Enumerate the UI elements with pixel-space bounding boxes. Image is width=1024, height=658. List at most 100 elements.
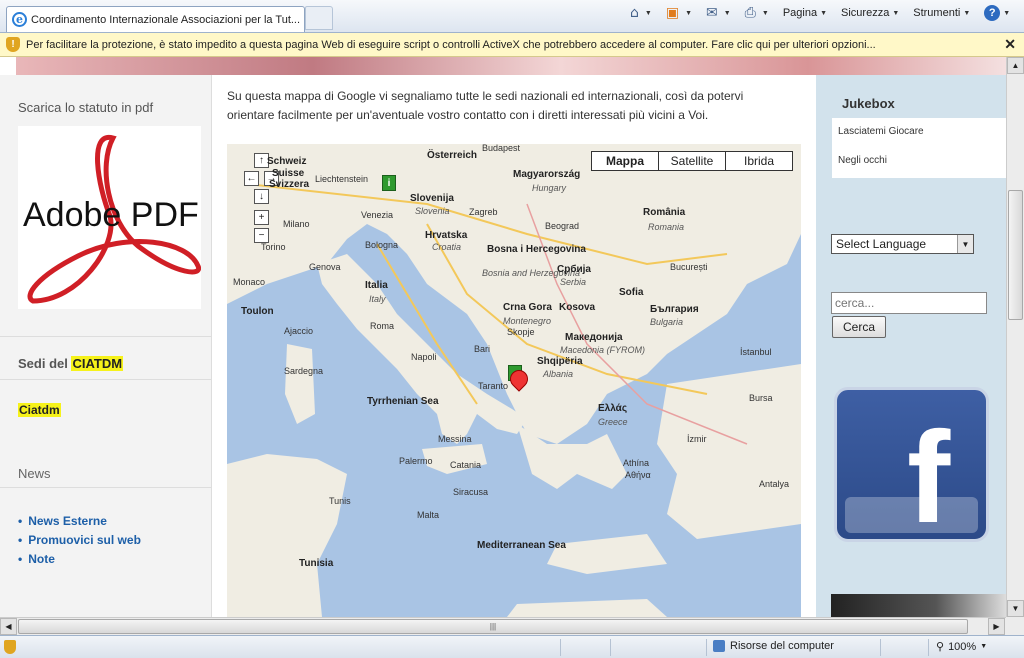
zoom-level: 100% bbox=[948, 640, 977, 653]
tab-title: Coordinamento Internazionale Associazion… bbox=[31, 13, 301, 26]
horizontal-scrollbar[interactable]: ◀ ||| ▶ bbox=[0, 617, 1006, 635]
map-label: Tyrrhenian Sea bbox=[367, 396, 439, 407]
status-separator bbox=[880, 639, 881, 656]
chevron-down-icon: ▼ bbox=[980, 643, 988, 650]
jukebox-list: Lasciatemi Giocare Negli occhi bbox=[832, 118, 1006, 178]
map-label: București bbox=[670, 262, 708, 272]
map-label: Suisse bbox=[272, 168, 305, 179]
map-label: Palermo bbox=[399, 456, 433, 466]
map-label: Genova bbox=[309, 262, 341, 272]
security-zone-label: Risorse del computer bbox=[730, 640, 834, 652]
map-label: Budapest bbox=[482, 144, 521, 153]
jukebox-track[interactable]: Negli occhi bbox=[832, 147, 1006, 176]
map-label: Siracusa bbox=[453, 487, 489, 497]
map-label: Venezia bbox=[361, 210, 394, 220]
map-label: Tunisia bbox=[299, 558, 334, 569]
map-label: Македонија bbox=[565, 332, 623, 343]
safety-menu[interactable]: Sicurezza ▼ bbox=[841, 7, 899, 19]
zoom-in-icon[interactable]: + bbox=[254, 210, 269, 225]
zoom-out-icon[interactable]: − bbox=[254, 228, 269, 243]
map-intro-text: Su questa mappa di Google vi segnaliamo … bbox=[227, 89, 744, 122]
map-label: Zagreb bbox=[469, 207, 498, 217]
scroll-right-icon[interactable]: ▶ bbox=[988, 618, 1005, 635]
map-label: Crna Gora bbox=[503, 302, 552, 313]
status-separator bbox=[706, 639, 707, 656]
scroll-left-icon[interactable]: ◀ bbox=[0, 618, 17, 635]
tools-menu[interactable]: Strumenti ▼ bbox=[913, 7, 970, 19]
news-item[interactable]: Promuovici sul web bbox=[18, 533, 141, 552]
map-label: Mediterranean Sea bbox=[477, 540, 566, 551]
vertical-scroll-thumb[interactable] bbox=[1008, 190, 1023, 320]
map-label: Ελλάς bbox=[598, 403, 628, 414]
map-marker-green[interactable]: i bbox=[382, 175, 396, 191]
scroll-down-icon[interactable]: ▼ bbox=[1007, 600, 1024, 617]
language-select-value: Select Language bbox=[836, 237, 927, 251]
pan-left-icon[interactable]: ← bbox=[244, 171, 259, 186]
map-type-control: Mappa Satellite Ibrida bbox=[591, 151, 793, 171]
map-label: Italia bbox=[365, 280, 388, 291]
ie-icon: e bbox=[12, 12, 27, 27]
divider bbox=[0, 487, 212, 488]
news-item[interactable]: News Esterne bbox=[18, 514, 141, 533]
map-label: Bologna bbox=[365, 240, 399, 250]
close-icon[interactable]: ✕ bbox=[1004, 36, 1016, 53]
search-input[interactable] bbox=[831, 292, 987, 314]
map-label: Malta bbox=[417, 510, 440, 520]
search-button[interactable]: Cerca bbox=[832, 316, 886, 338]
map-label: İzmir bbox=[687, 434, 707, 444]
help-menu[interactable]: ? ▼ bbox=[984, 5, 1010, 21]
map-type-satellite[interactable]: Satellite bbox=[658, 151, 726, 171]
vertical-scrollbar[interactable]: ▲ ▼ bbox=[1006, 57, 1024, 617]
jukebox-track[interactable]: Lasciatemi Giocare bbox=[832, 118, 1006, 147]
info-bar-text: Per facilitare la protezione, è stato im… bbox=[26, 38, 876, 51]
map-label: Beograd bbox=[545, 221, 580, 231]
browser-tab[interactable]: e Coordinamento Internazionale Associazi… bbox=[6, 6, 305, 32]
map-type-hybrid[interactable]: Ibrida bbox=[725, 151, 793, 171]
map-label: Croatia bbox=[432, 242, 462, 252]
adobe-pdf-wordmark: Adobe PDF bbox=[23, 196, 199, 234]
scroll-up-icon[interactable]: ▲ bbox=[1007, 57, 1024, 74]
google-map[interactable]: Mappa Satellite Ibrida ↑ ← → ↓ + − i Öst… bbox=[227, 144, 801, 617]
photo-thumbnail[interactable] bbox=[831, 594, 1006, 617]
map-label: България bbox=[650, 304, 699, 315]
map-type-map[interactable]: Mappa bbox=[591, 151, 659, 171]
facebook-icon[interactable]: f bbox=[834, 387, 989, 542]
map-label: Catania bbox=[450, 460, 482, 470]
page-menu[interactable]: Pagina ▼ bbox=[783, 7, 827, 19]
news-item[interactable]: Note bbox=[18, 552, 141, 571]
horizontal-scroll-thumb[interactable]: ||| bbox=[18, 619, 968, 634]
right-sidebar: Jukebox Lasciatemi Giocare Negli occhi S… bbox=[816, 75, 1006, 617]
feeds-button[interactable]: ▣ ▼ bbox=[666, 5, 692, 21]
map-label: Bari bbox=[474, 344, 491, 354]
rss-icon: ▣ bbox=[665, 5, 680, 21]
pdf-heading: Scarica lo statuto in pdf bbox=[18, 100, 154, 115]
pan-down-icon[interactable]: ↓ bbox=[254, 189, 269, 204]
language-select[interactable]: Select Language ▼ bbox=[831, 234, 974, 254]
mail-icon: ✉ bbox=[706, 5, 718, 21]
map-label: Monaco bbox=[233, 277, 266, 287]
zoom-control[interactable]: ⚲ 100% ▼ bbox=[936, 640, 988, 654]
map-label: Magyarország bbox=[513, 169, 581, 180]
news-list: News Esterne Promuovici sul web Note bbox=[18, 514, 141, 571]
map-label: Antalya bbox=[759, 479, 790, 489]
map-label: Macedonia (FYROM) bbox=[560, 345, 646, 355]
map-label: Taranto bbox=[478, 381, 509, 391]
ciatdm-link[interactable]: Ciatdm bbox=[18, 403, 61, 417]
shield-icon[interactable] bbox=[4, 640, 16, 654]
home-button[interactable]: ⌂ ▼ bbox=[630, 5, 652, 21]
computer-icon bbox=[713, 640, 725, 652]
map-label: Montenegro bbox=[503, 316, 552, 326]
divider bbox=[0, 379, 212, 380]
print-button[interactable]: ⎙ ▼ bbox=[745, 5, 769, 21]
new-tab-button[interactable] bbox=[305, 6, 333, 30]
security-zone[interactable]: Risorse del computer bbox=[713, 640, 834, 652]
adobe-pdf-logo[interactable]: Adobe PDF bbox=[18, 126, 201, 309]
security-info-bar[interactable]: ! Per facilitare la protezione, è stato … bbox=[0, 33, 1024, 57]
map-label: Shqipëria bbox=[537, 356, 583, 367]
map-label: Liechtenstein bbox=[315, 174, 369, 184]
map-label: Sardegna bbox=[284, 366, 324, 376]
left-sidebar: Scarica lo statuto in pdf Adobe PDF Sedi… bbox=[0, 75, 212, 617]
map-label: Torino bbox=[261, 242, 286, 252]
mail-button[interactable]: ✉ ▼ bbox=[706, 5, 731, 21]
map-label: Skopje bbox=[507, 327, 535, 337]
